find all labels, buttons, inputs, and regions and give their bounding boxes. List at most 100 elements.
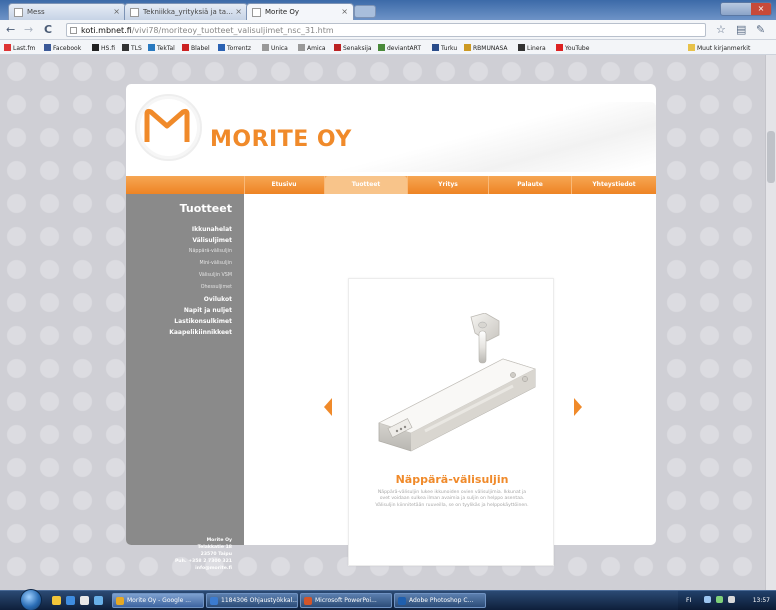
menu-item-etusivu[interactable]: Etusivu <box>244 176 324 194</box>
contact-street: Telakkatie 18 <box>197 545 232 550</box>
bookmark-item[interactable]: TLS <box>122 44 142 52</box>
menu-item-yritys[interactable]: Yritys <box>408 176 488 194</box>
star-icon[interactable]: ☆ <box>716 23 726 36</box>
product-description: Näppärä-välisuljin lukee ikkunoiden ovie… <box>375 490 529 508</box>
url-host: koti.mbnet.fi <box>81 26 132 35</box>
page-icon <box>252 8 261 17</box>
new-tab-button[interactable] <box>354 5 376 18</box>
scrollbar-thumb[interactable] <box>767 131 775 183</box>
bookmark-icon <box>4 44 11 51</box>
menu-item-yhteystiedot[interactable]: Yhteystiedot <box>572 176 656 194</box>
product-image <box>378 313 536 452</box>
page-info-icon <box>70 27 77 34</box>
contact-email[interactable]: info@morite.fi <box>175 565 232 572</box>
browser-tab[interactable]: Mess × <box>8 3 126 20</box>
close-tab-icon[interactable]: × <box>113 7 120 16</box>
system-tray: FI 13:57 <box>678 591 776 610</box>
volume-icon[interactable] <box>728 596 735 603</box>
page-scrollbar[interactable] <box>765 55 776 590</box>
contact-info: Morite Oy Telakkatie 18 23570 Taipu Puh.… <box>175 537 232 572</box>
chrome-icon <box>116 597 124 605</box>
taskbar-item-photoshop[interactable]: Adobe Photoshop C... <box>394 593 486 608</box>
previous-arrow-icon[interactable] <box>324 398 332 416</box>
quick-launch-icon[interactable] <box>66 596 75 605</box>
menu-item-tuotteet[interactable]: Tuotteet <box>325 176 407 194</box>
next-arrow-icon[interactable] <box>574 398 582 416</box>
network-icon[interactable] <box>704 596 711 603</box>
page-viewport: MORITE OY Etusivu Tuotteet Yritys Palaut… <box>0 55 776 590</box>
product-content: Näppärä-välisuljin Näppärä-välisuljin lu… <box>244 194 656 566</box>
sidebar-subitem-nappara-valisuljin[interactable]: Näppärä-välisuljin <box>169 246 232 258</box>
sidebar-title: Tuotteet <box>179 202 232 215</box>
bookmark-item[interactable]: Senaksija <box>334 44 372 52</box>
brand-name[interactable]: MORITE OY <box>210 127 352 152</box>
bookmark-icon <box>518 44 525 51</box>
sidebar-subitem-valisuljin-vsm[interactable]: Välisuljin VSM <box>169 270 232 282</box>
sidebar-item-ikkunahelat[interactable]: Ikkunahelat <box>169 224 232 235</box>
menu-item-palaute[interactable]: Palaute <box>489 176 571 194</box>
close-tab-icon[interactable]: × <box>341 7 348 16</box>
bookmark-icon <box>262 44 269 51</box>
wrench-icon[interactable]: ✎ <box>756 23 765 36</box>
browser-toolbar: ← → C koti.mbnet.fi/vivi78/moriteoy_tuot… <box>0 20 776 40</box>
page-icon <box>14 8 23 17</box>
bookmark-icon <box>218 44 225 51</box>
reload-icon[interactable]: C <box>44 23 52 36</box>
bookmark-item[interactable]: Turku <box>432 44 457 52</box>
forward-arrow-icon[interactable]: → <box>24 23 33 36</box>
tray-icon[interactable] <box>716 596 723 603</box>
bookmark-item[interactable]: TekTal <box>148 44 175 52</box>
main-menu: Etusivu Tuotteet Yritys Palaute Yhteysti… <box>126 176 656 194</box>
bookmark-item[interactable]: deviantART <box>378 44 421 52</box>
bookmark-item[interactable]: Linera <box>518 44 546 52</box>
close-tab-icon[interactable]: × <box>235 7 242 16</box>
sidebar-subitem-mini-valisuljin[interactable]: Mini-välisuljin <box>169 258 232 270</box>
bookmark-item[interactable]: Torrentz <box>218 44 251 52</box>
windows-taskbar: Morite Oy - Google ... 1184306 Ohjaustyö… <box>0 589 776 610</box>
sidebar-item-napit-ja-nuljet[interactable]: Napit ja nuljet <box>169 305 232 316</box>
url-path: /vivi78/moriteoy_tuotteet_valisuljimet_n… <box>131 26 334 35</box>
bookmark-icon <box>182 44 189 51</box>
quick-launch-icon[interactable] <box>94 596 103 605</box>
sidebar-menu: Ikkunahelat Välisuljimet Näppärä-välisul… <box>169 224 232 338</box>
sidebar-item-kaapelikiinnikkeet[interactable]: Kaapelikiinnikkeet <box>169 327 232 338</box>
sidebar-item-valisuljimet[interactable]: Välisuljimet <box>169 235 232 246</box>
bookmark-item[interactable]: Unica <box>262 44 288 52</box>
sidebar-item-lastikonsulkimet[interactable]: Lastikonsulkimet <box>169 316 232 327</box>
browser-tab[interactable]: Tekniikka_yrityksiä ja ta… × <box>124 3 248 20</box>
quick-launch-icon[interactable] <box>80 596 89 605</box>
taskbar-item-chrome[interactable]: Morite Oy - Google ... <box>112 593 204 608</box>
other-bookmarks-folder[interactable]: Muut kirjanmerkit <box>688 44 750 52</box>
back-arrow-icon[interactable]: ← <box>6 23 15 36</box>
bookmark-icon <box>378 44 385 51</box>
bookmark-item[interactable]: Amica <box>298 44 326 52</box>
address-bar[interactable]: koti.mbnet.fi/vivi78/moriteoy_tuotteet_v… <box>66 23 706 37</box>
tab-label: Mess <box>27 8 45 16</box>
bookmark-item[interactable]: RBMUNASA <box>464 44 507 52</box>
product-name: Näppärä-välisuljin <box>395 473 509 486</box>
bookmark-item[interactable]: HS.fi <box>92 44 115 52</box>
browser-tab-active[interactable]: Morite Oy × <box>246 3 354 20</box>
contact-company: Morite Oy <box>206 538 232 543</box>
product-sidebar: Tuotteet Ikkunahelat Välisuljimet Näppär… <box>126 194 244 571</box>
bookmark-item[interactable]: Last.fm <box>4 44 35 52</box>
taskbar-item-powerpoint[interactable]: Microsoft PowerPoi... <box>300 593 392 608</box>
product-card: Näppärä-välisuljin Näppärä-välisuljin lu… <box>348 278 554 566</box>
sidebar-subitem-ohessuljimet[interactable]: Ohessuljimet <box>169 282 232 294</box>
bookmark-item[interactable]: YouTube <box>556 44 589 52</box>
taskbar-item-explorer[interactable]: 1184306 Ohjaustyökkal... <box>206 593 298 608</box>
language-indicator[interactable]: FI <box>686 597 691 604</box>
sidebar-item-ovilukot[interactable]: Ovilukot <box>169 294 232 305</box>
bookmark-item[interactable]: Facebook <box>44 44 81 52</box>
bookmark-item[interactable]: Blabel <box>182 44 210 52</box>
bookmark-icon <box>432 44 439 51</box>
page-menu-icon[interactable]: ▤ <box>736 23 746 36</box>
page-icon <box>130 8 139 17</box>
start-orb-icon[interactable] <box>20 589 42 610</box>
close-window-icon[interactable]: × <box>751 3 771 15</box>
bookmark-icon <box>148 44 155 51</box>
powerpoint-icon <box>304 597 312 605</box>
contact-postal: 23570 Taipu <box>200 552 232 557</box>
clock[interactable]: 13:57 <box>753 597 770 604</box>
quick-launch-icon[interactable] <box>52 596 61 605</box>
